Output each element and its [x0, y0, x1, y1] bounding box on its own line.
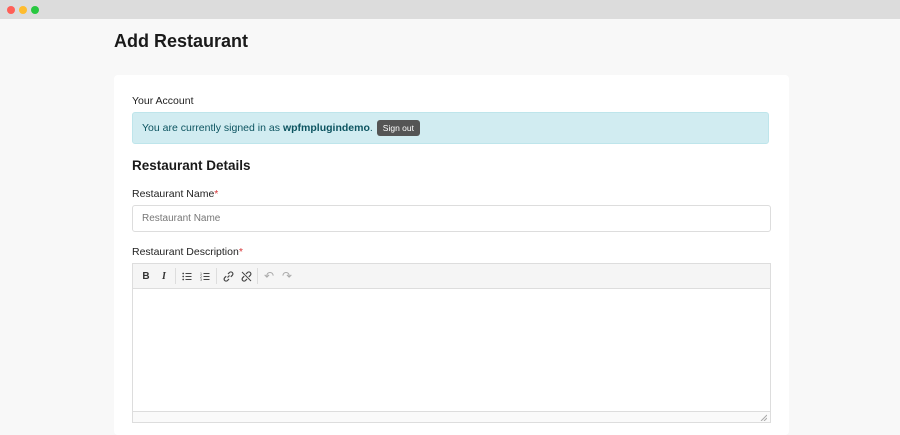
link-icon[interactable]	[219, 267, 237, 285]
page-title: Add Restaurant	[114, 31, 249, 51]
italic-icon[interactable]: I	[155, 267, 173, 285]
window-titlebar	[0, 0, 900, 19]
restaurant-name-input[interactable]	[132, 205, 771, 232]
description-editor[interactable]: B I 123 ↶ ↷	[132, 263, 771, 423]
restaurant-name-label: Restaurant Name*	[132, 188, 219, 200]
signed-in-notice: You are currently signed in as wpfmplugi…	[132, 112, 769, 144]
svg-text:3: 3	[200, 278, 202, 281]
restaurant-form-card: Your Account You are currently signed in…	[114, 75, 789, 435]
restaurant-description-label: Restaurant Description*	[132, 246, 243, 258]
required-marker: *	[214, 188, 219, 200]
undo-icon[interactable]: ↶	[260, 267, 278, 285]
sign-out-button[interactable]: Sign out	[376, 120, 420, 136]
editor-statusbar	[133, 411, 770, 422]
maximize-window-dot[interactable]	[31, 6, 39, 14]
unlink-icon[interactable]	[237, 267, 255, 285]
restaurant-details-heading: Restaurant Details	[132, 158, 251, 173]
your-account-label: Your Account	[132, 95, 194, 107]
toolbar-divider	[216, 268, 217, 284]
numbered-list-icon[interactable]: 123	[196, 267, 214, 285]
redo-icon[interactable]: ↷	[278, 267, 296, 285]
bold-icon[interactable]: B	[137, 267, 155, 285]
signed-in-text: You are currently signed in as	[142, 122, 280, 134]
toolbar-divider	[257, 268, 258, 284]
editor-toolbar: B I 123 ↶ ↷	[133, 264, 770, 289]
bullet-list-icon[interactable]	[178, 267, 196, 285]
minimize-window-dot[interactable]	[19, 6, 27, 14]
account-username: wpfmplugindemo	[282, 122, 370, 134]
toolbar-divider	[175, 268, 176, 284]
close-window-dot[interactable]	[7, 6, 15, 14]
required-marker: *	[238, 246, 243, 258]
